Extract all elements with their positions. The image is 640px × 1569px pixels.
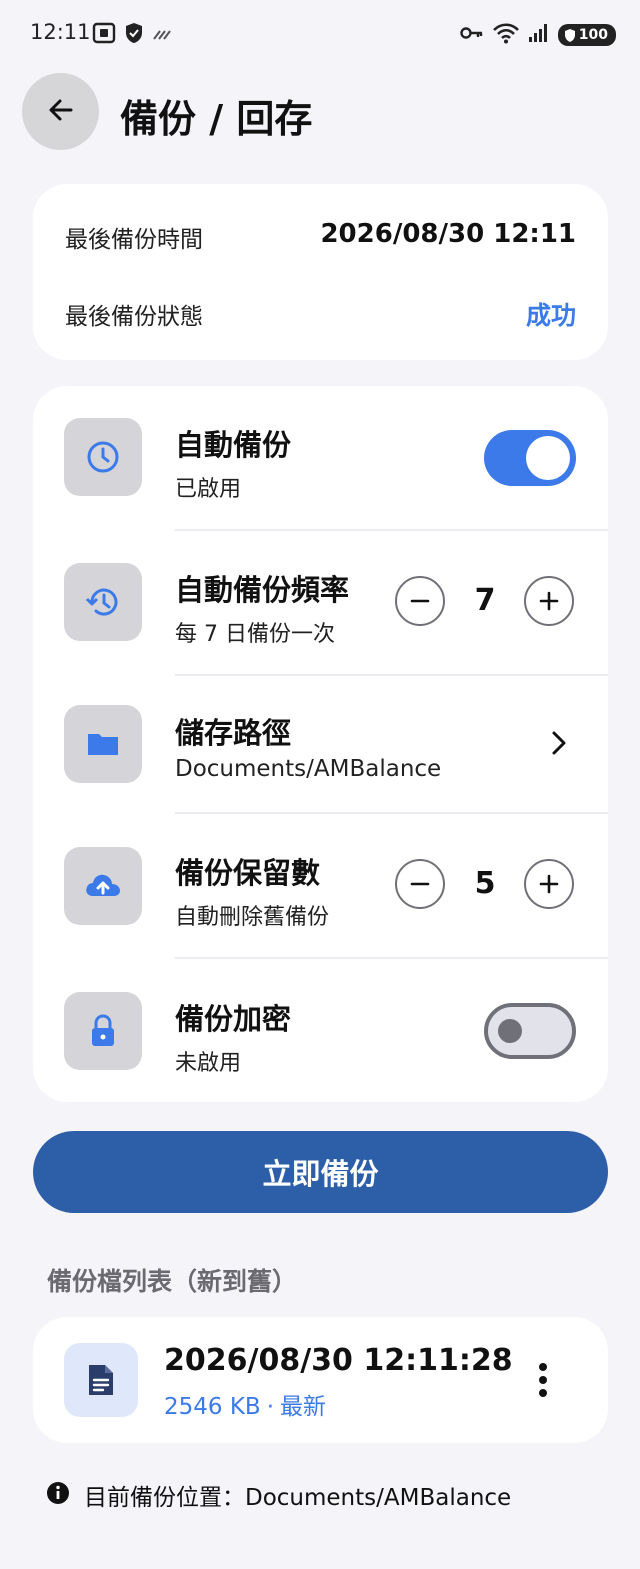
storage-path-title: 儲存路徑 xyxy=(175,716,292,750)
storage-path-value: Documents/AMBalance xyxy=(175,756,442,782)
auto-backup-toggle[interactable] xyxy=(484,430,576,486)
retention-subtitle: 自動刪除舊備份 xyxy=(175,905,330,930)
backup-settings-card: 自動備份 已啟用 自動備份頻率 每 7 日備份一次 7 儲存路徑 Documen… xyxy=(33,386,608,1102)
shield-icon xyxy=(124,22,144,48)
backup-file-size: 2546 KB xyxy=(164,1394,261,1420)
last-backup-time-row: 最後備份時間 2026/08/30 12:11 xyxy=(65,214,576,254)
retention-value: 5 xyxy=(474,866,496,901)
retention-increase-button[interactable] xyxy=(524,859,574,909)
backup-summary-card: 最後備份時間 2026/08/30 12:11 最後備份狀態 成功 xyxy=(33,184,608,360)
encryption-toggle[interactable] xyxy=(484,1003,576,1059)
auto-backup-title: 自動備份 xyxy=(175,428,292,462)
cellular-signal-icon xyxy=(528,23,550,47)
minus-icon xyxy=(410,599,430,603)
auto-backup-frequency-row: 自動備份頻率 每 7 日備份一次 7 xyxy=(33,531,608,676)
frequency-title: 自動備份頻率 xyxy=(175,573,350,607)
backup-file-name: 2026/08/30 12:11:28 xyxy=(164,1343,513,1378)
backup-list-title: 備份檔列表（新到舊） xyxy=(47,1267,298,1296)
frequency-increase-button[interactable] xyxy=(524,576,574,626)
wifi-icon xyxy=(492,22,520,48)
page-title: 備份 / 回存 xyxy=(120,97,313,141)
last-backup-status-label: 最後備份狀態 xyxy=(65,304,203,330)
arrow-left-icon xyxy=(45,94,77,130)
status-bar: 12:11 100 xyxy=(0,0,640,68)
auto-backup-row[interactable]: 自動備份 已啟用 xyxy=(33,386,608,531)
plus-icon xyxy=(539,874,559,894)
backup-location-note: 目前備份位置：Documents/AMBalance xyxy=(46,1478,511,1512)
lock-icon xyxy=(64,992,142,1070)
document-icon xyxy=(64,1343,138,1417)
last-backup-status-value: 成功 xyxy=(525,301,576,330)
status-time: 12:11 xyxy=(30,20,91,44)
info-icon xyxy=(46,1481,70,1509)
list-item[interactable]: 2026/08/30 12:11:28 2546 KB · 最新 xyxy=(33,1317,608,1443)
retention-title: 備份保留數 xyxy=(175,856,321,890)
backup-now-button[interactable]: 立即備份 xyxy=(33,1131,608,1213)
battery-level: 100 xyxy=(578,27,608,43)
back-button[interactable] xyxy=(22,73,99,150)
clock-icon xyxy=(64,418,142,496)
cloud-upload-icon xyxy=(64,847,142,925)
last-backup-time-label: 最後備份時間 xyxy=(65,227,203,253)
chevron-right-icon xyxy=(550,730,568,760)
frequency-value: 7 xyxy=(474,583,496,618)
retention-decrease-button[interactable] xyxy=(395,859,445,909)
screenshot-icon xyxy=(92,22,116,48)
key-icon xyxy=(460,25,484,45)
backup-file-meta: 2546 KB · 最新 xyxy=(164,1394,327,1420)
folder-icon xyxy=(64,705,142,783)
more-options-button[interactable] xyxy=(538,1363,548,1397)
retention-row: 備份保留數 自動刪除舊備份 5 xyxy=(33,814,608,959)
backup-file-tag: 最新 xyxy=(280,1394,327,1420)
signal-slash-icon xyxy=(152,26,174,45)
encryption-title: 備份加密 xyxy=(175,1002,292,1036)
more-vert-icon xyxy=(539,1363,547,1371)
minus-icon xyxy=(410,882,430,886)
history-icon xyxy=(64,563,142,641)
storage-path-row[interactable]: 儲存路徑 Documents/AMBalance xyxy=(33,676,608,812)
auto-backup-subtitle: 已啟用 xyxy=(175,477,242,502)
plus-icon xyxy=(539,591,559,611)
frequency-subtitle: 每 7 日備份一次 xyxy=(175,622,335,647)
last-backup-time-value: 2026/08/30 12:11 xyxy=(320,219,576,249)
encryption-row[interactable]: 備份加密 未啟用 xyxy=(33,959,608,1104)
battery-indicator: 100 xyxy=(557,24,616,46)
last-backup-status-row: 最後備份狀態 成功 xyxy=(65,296,576,332)
encryption-subtitle: 未啟用 xyxy=(175,1051,242,1076)
frequency-decrease-button[interactable] xyxy=(395,576,445,626)
battery-shield-icon xyxy=(564,28,575,42)
backup-location-text: 目前備份位置：Documents/AMBalance xyxy=(84,1485,512,1511)
